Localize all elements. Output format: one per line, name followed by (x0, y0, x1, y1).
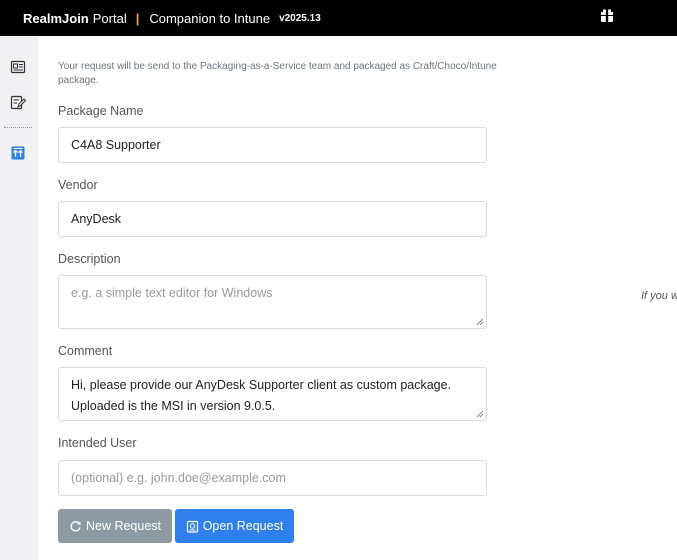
refresh-icon (70, 520, 81, 531)
new-request-button[interactable]: New Request (58, 509, 172, 543)
description-textarea[interactable]: e.g. a simple text editor for Windows (58, 275, 487, 329)
brand-portal: Portal (92, 10, 127, 26)
sidebar (0, 36, 38, 560)
comment-value: Hi, please provide our AnyDesk Supporter… (71, 378, 452, 413)
document-icon (186, 520, 198, 533)
side-note-text: If you w (641, 290, 677, 302)
intended-user-input[interactable]: (optional) e.g. john.doe@example.com (58, 460, 487, 496)
brand-name: RealmJoin (23, 10, 89, 26)
intro-text: Your request will be send to the Packagi… (58, 61, 497, 86)
vendor-label: Vendor (58, 178, 98, 192)
brand[interactable]: RealmJoin Portal | Companion to Intune v… (23, 11, 321, 26)
package-icon[interactable] (600, 9, 614, 23)
resize-grip-icon[interactable] (476, 318, 484, 326)
top-bar: RealmJoin Portal | Companion to Intune v… (0, 0, 677, 36)
description-placeholder: e.g. a simple text editor for Windows (71, 286, 273, 300)
app-name: Companion to Intune (149, 10, 271, 26)
open-request-label: Open Request (202, 519, 284, 533)
package-name-input[interactable]: C4A8 Supporter (58, 127, 487, 163)
comment-label: Comment (58, 344, 113, 358)
upload-icon[interactable] (10, 145, 26, 161)
description-label: Description (58, 252, 121, 266)
id-card-icon[interactable] (10, 59, 26, 75)
vendor-input[interactable]: AnyDesk (58, 201, 487, 237)
comment-textarea[interactable]: Hi, please provide our AnyDesk Supporter… (58, 367, 487, 421)
intended-user-label: Intended User (58, 436, 137, 450)
brand-separator: | (135, 10, 140, 26)
new-request-label: New Request (85, 519, 162, 533)
app-version: v2025.13 (279, 12, 321, 24)
edit-list-icon[interactable] (10, 94, 26, 110)
open-request-button[interactable]: Open Request (175, 509, 294, 543)
resize-grip-icon[interactable] (476, 410, 484, 418)
package-name-label: Package Name (58, 104, 144, 118)
sidebar-divider (4, 127, 32, 128)
